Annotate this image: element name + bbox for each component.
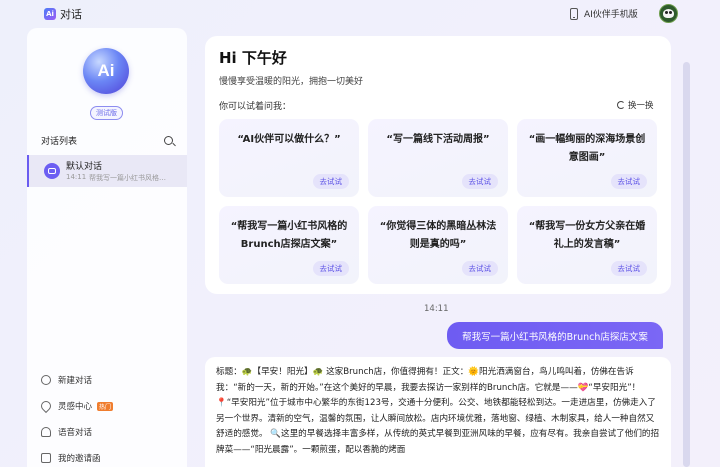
try-button[interactable]: 去试试 xyxy=(610,174,647,189)
my-invitation-link[interactable]: 我的邀请函 xyxy=(41,452,101,464)
suggestion-card[interactable]: “帮我写一篇小红书风格的Brunch店探店文案” 去试试 xyxy=(219,206,359,284)
phone-icon xyxy=(570,7,578,20)
top-bar: Ai 对话 AI伙伴手机版 xyxy=(0,0,720,28)
greeting: Hi 下午好 xyxy=(219,49,287,67)
sidebar: Ai 测试版 对话列表 默认对话 14:11 帮我写一篇小红书风格的Brunch… xyxy=(27,28,187,467)
refresh-suggestions-button[interactable]: 换一换 xyxy=(617,99,654,111)
suggestion-card[interactable]: “帮我写一份女方父亲在婚礼上的发言稿” 去试试 xyxy=(517,206,657,284)
chat-item-preview: 帮我写一篇小红书风格的Brunch店探店文案 xyxy=(89,174,167,182)
try-button[interactable]: 去试试 xyxy=(312,261,349,276)
nav-label: 语音对话 xyxy=(58,428,93,438)
suggestion-text: “写一篇线下活动周报” xyxy=(386,134,490,145)
chat-list-title: 对话列表 xyxy=(41,137,78,147)
try-button[interactable]: 去试试 xyxy=(610,261,647,276)
chat-list-item[interactable]: 默认对话 14:11 帮我写一篇小红书风格的Brunch店探店文案 xyxy=(27,155,187,187)
refresh-icon xyxy=(617,101,625,109)
app-logo-icon: Ai xyxy=(44,8,56,20)
chat-item-title: 默认对话 xyxy=(66,162,103,172)
suggestions-label: 你可以试着问我： xyxy=(219,102,292,112)
suggestion-card[interactable]: “AI伙伴可以做什么？” 去试试 xyxy=(219,119,359,197)
suggestion-card[interactable]: “画一幅绚丽的深海场景创意图画” 去试试 xyxy=(517,119,657,197)
mobile-version-label: AI伙伴手机版 xyxy=(584,10,638,20)
plus-circle-icon xyxy=(41,375,51,385)
try-button[interactable]: 去试试 xyxy=(461,174,498,189)
brand: Ai 对话 xyxy=(44,6,82,22)
try-button[interactable]: 去试试 xyxy=(461,261,498,276)
hot-badge: 热门 xyxy=(97,401,114,411)
beta-badge: 测试版 xyxy=(90,106,123,120)
nav-label: 灵感中心 xyxy=(58,402,93,412)
greeting-subtitle: 慢慢享受温暖的阳光，拥抱一切美好 xyxy=(219,77,364,87)
refresh-label: 换一换 xyxy=(628,101,654,111)
search-icon[interactable] xyxy=(164,136,173,145)
headphones-icon xyxy=(41,427,51,437)
chat-item-time: 14:11 xyxy=(66,173,87,181)
scrollbar[interactable] xyxy=(683,62,690,467)
suggestion-card[interactable]: “写一篇线下活动周报” 去试试 xyxy=(368,119,508,197)
assistant-answer: 标题：🐢【早安！阳光】🐢 这家Brunch店，你值得拥有！正文：🌞阳光洒满窗台，… xyxy=(205,357,671,467)
voice-chat-link[interactable]: 语音对话 xyxy=(41,426,92,438)
chat-list-header: 对话列表 xyxy=(41,134,173,147)
suggestion-text: “你觉得三体的黑暗丛林法则是真的吗” xyxy=(379,221,497,250)
mail-icon xyxy=(41,453,51,463)
mobile-version-link[interactable]: AI伙伴手机版 xyxy=(570,7,638,20)
avatar[interactable] xyxy=(659,4,678,23)
suggestion-card[interactable]: “你觉得三体的黑暗丛林法则是真的吗” 去试试 xyxy=(368,206,508,284)
suggestion-text: “AI伙伴可以做什么？” xyxy=(237,134,341,145)
suggestion-text: “帮我写一份女方父亲在婚礼上的发言稿” xyxy=(528,221,646,250)
suggestion-text: “帮我写一篇小红书风格的Brunch店探店文案” xyxy=(230,221,348,250)
location-icon xyxy=(38,398,54,414)
suggestion-text: “画一幅绚丽的深海场景创意图画” xyxy=(528,134,646,163)
chat-bubble-icon xyxy=(44,163,60,179)
message-timestamp: 14:11 xyxy=(424,304,449,314)
try-button[interactable]: 去试试 xyxy=(312,174,349,189)
ai-logo: Ai xyxy=(83,48,129,94)
welcome-card: Hi 下午好 慢慢享受温暖的阳光，拥抱一切美好 你可以试着问我： 换一换 “AI… xyxy=(205,36,671,294)
inspiration-center-link[interactable]: 灵感中心 热门 xyxy=(38,398,114,414)
nav-label: 新建对话 xyxy=(58,376,93,386)
app-title: 对话 xyxy=(60,8,82,21)
user-message-bubble: 帮我写一篇小红书风格的Brunch店探店文案 xyxy=(447,322,663,349)
nav-label: 我的邀请函 xyxy=(58,454,101,464)
new-chat-button[interactable]: 新建对话 xyxy=(41,374,92,386)
